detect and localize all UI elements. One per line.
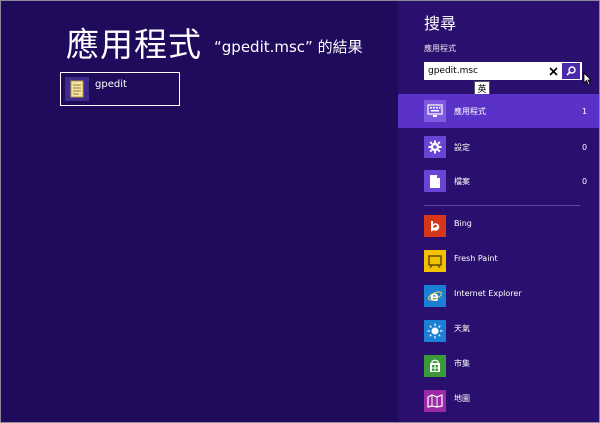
bing-icon: [424, 215, 446, 237]
internet-explorer-icon: e: [424, 285, 446, 307]
result-tile-gpedit[interactable]: gpedit: [60, 72, 180, 106]
app-internet-explorer[interactable]: e Internet Explorer: [398, 283, 600, 309]
clear-search-button[interactable]: [546, 63, 560, 79]
search-box: [424, 62, 582, 80]
category-count: 1: [582, 106, 588, 116]
store-icon: [424, 355, 446, 377]
app-maps[interactable]: 地圖: [398, 388, 600, 414]
results-title: 應用程式: [66, 25, 202, 64]
category-count: 0: [582, 176, 588, 186]
search-icon: [566, 66, 576, 76]
category-label: 設定: [454, 142, 470, 152]
document-icon: [65, 77, 89, 101]
search-results-area: 應用程式 “gpedit.msc” 的結果 gpedit: [0, 0, 398, 423]
category-count: 0: [582, 142, 588, 152]
app-label: 地圖: [454, 393, 470, 403]
search-input[interactable]: [424, 63, 546, 79]
fresh-paint-icon: [424, 250, 446, 272]
category-apps[interactable]: 應用程式 1: [398, 94, 600, 128]
mouse-cursor-icon: [583, 72, 592, 86]
gear-icon: [424, 136, 446, 158]
search-pane: 搜尋 應用程式 英: [398, 0, 600, 423]
search-button[interactable]: [562, 63, 580, 79]
maps-icon: [424, 390, 446, 412]
divider: [424, 205, 580, 206]
app-label: Bing: [454, 218, 472, 228]
search-pane-title: 搜尋: [424, 14, 457, 33]
category-settings[interactable]: 設定 0: [398, 130, 600, 164]
app-store[interactable]: 市集: [398, 353, 600, 379]
search-scope-label: 應用程式: [424, 44, 456, 53]
category-label: 檔案: [454, 176, 470, 186]
close-icon: [548, 66, 558, 76]
weather-icon: [424, 320, 446, 342]
category-label: 應用程式: [454, 106, 486, 116]
app-label: Fresh Paint: [454, 253, 498, 263]
file-icon: [424, 170, 446, 192]
app-label: 市集: [454, 358, 470, 368]
results-subtitle: “gpedit.msc” 的結果: [214, 38, 363, 56]
keyboard-icon: [424, 100, 446, 122]
app-weather[interactable]: 天氣: [398, 318, 600, 344]
app-label: Internet Explorer: [454, 288, 522, 298]
result-label: gpedit: [95, 79, 127, 90]
app-label: 天氣: [454, 323, 470, 333]
app-bing[interactable]: Bing: [398, 213, 600, 239]
app-fresh-paint[interactable]: Fresh Paint: [398, 248, 600, 274]
category-files[interactable]: 檔案 0: [398, 164, 600, 198]
